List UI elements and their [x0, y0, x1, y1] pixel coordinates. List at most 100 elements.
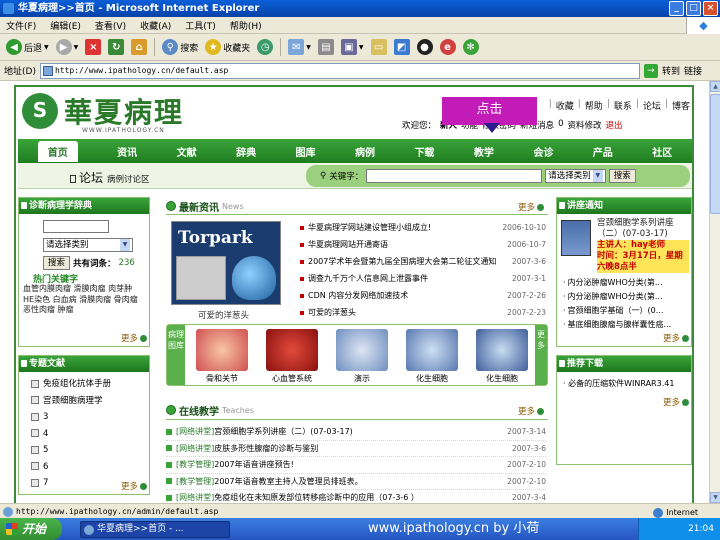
refresh-button[interactable]: ↻ [106, 36, 126, 58]
nav-news[interactable]: 资讯 [117, 144, 137, 159]
topics-more-link[interactable]: 更多 [121, 480, 147, 492]
messenger-button[interactable]: ◩ [392, 36, 412, 58]
scroll-down-icon[interactable]: ▼ [710, 492, 720, 503]
nav-teaching[interactable]: 教学 [474, 144, 494, 159]
list-item[interactable]: 内分泌肿瘤WHO分类(第... [563, 290, 671, 304]
taskbar-ie-window[interactable]: 华夏病理>>首页 - ... [80, 521, 230, 538]
qq-button[interactable]: ● [415, 36, 435, 58]
start-button[interactable]: 开始 [0, 518, 62, 540]
edit-profile-link[interactable]: 资料修改 [568, 119, 602, 131]
scroll-up-icon[interactable]: ▲ [710, 81, 720, 92]
nav-gallery[interactable]: 图库 [296, 144, 316, 159]
forward-button[interactable]: ▶ ▼ [54, 36, 81, 58]
list-item[interactable]: 3 [31, 409, 149, 426]
ebay-button[interactable]: e [438, 36, 458, 58]
dictionary-more-link[interactable]: 更多 [121, 332, 147, 344]
history-button[interactable]: ◷ [255, 36, 275, 58]
links-button[interactable]: 链接 [684, 64, 702, 77]
site-search-button[interactable]: 搜索 [608, 169, 636, 183]
dictionary-category-select[interactable]: 请选择类别 ▼ [43, 238, 133, 252]
back-button[interactable]: ◀ 后退 ▼ [4, 36, 51, 58]
go-arrow-icon[interactable]: → [643, 63, 658, 78]
nav-dictionary[interactable]: 辞典 [236, 144, 256, 159]
menu-tools[interactable]: 工具(T) [185, 19, 216, 32]
discuss-button[interactable]: ▭ [369, 36, 389, 58]
mail-button[interactable]: ✉ ▼ [286, 36, 313, 58]
link-help[interactable]: 帮助 [585, 99, 603, 112]
atlas-item-metaplasia-2[interactable]: 化生细胞 [473, 329, 531, 385]
teach-item[interactable]: [教学管理]2007年语音教室主持人及管理员排班表。 2007-2-10 [166, 474, 546, 490]
menu-edit[interactable]: 编辑(E) [50, 19, 81, 32]
vertical-scrollbar[interactable]: ▲ ▼ [709, 81, 720, 503]
print-button[interactable]: ▤ [316, 36, 336, 58]
nav-download[interactable]: 下载 [414, 144, 434, 159]
site-logo[interactable]: S 華夏病理 WWW.IPATHOLOGY.CN [22, 91, 184, 134]
news-item[interactable]: 华夏病理学网站建设管理小组成立! 2006-10-10 [300, 219, 546, 236]
nav-cases[interactable]: 病例 [355, 144, 375, 159]
menu-view[interactable]: 查看(V) [95, 19, 126, 32]
list-item[interactable]: 5 [31, 442, 149, 459]
news-item[interactable]: 华夏病理网站开通寄语 2006-10-7 [300, 236, 546, 253]
home-button[interactable]: ⌂ [129, 36, 149, 58]
atlas-item-metaplasia-1[interactable]: 化生细胞 [403, 329, 461, 385]
stop-button[interactable]: × [83, 36, 103, 58]
forum-link[interactable]: 论坛 病例讨论区 [70, 169, 150, 186]
news-item[interactable]: 可爱的洋葱头 2007-2-23 [300, 304, 546, 321]
nav-consult[interactable]: 会诊 [533, 144, 553, 159]
menu-help[interactable]: 帮助(H) [230, 19, 262, 32]
teach-item[interactable]: [网络讲堂]免疫组化在未知原发部位转移癌诊断中的应用（07-3-6 ） 2007-… [166, 490, 546, 503]
dictionary-input[interactable] [43, 220, 109, 233]
lecture-more-link[interactable]: 更多 [663, 332, 689, 344]
keyword-input[interactable] [366, 169, 543, 183]
news-item[interactable]: CDN 内容分发网络加速技术 2007-2-26 [300, 287, 546, 304]
nav-products[interactable]: 产品 [593, 144, 613, 159]
forum-sub-link[interactable]: 病例讨论区 [107, 175, 150, 185]
close-button[interactable]: × [703, 1, 718, 16]
maximize-button[interactable]: □ [686, 1, 701, 16]
teach-more-link[interactable]: 更多 [518, 405, 545, 417]
list-item[interactable]: 基底细胞腺瘤与腺样囊性癌... [563, 318, 672, 332]
list-item[interactable]: 4 [31, 426, 149, 443]
minimize-button[interactable]: _ [669, 1, 684, 16]
list-item[interactable]: 6 [31, 459, 149, 476]
edit-button[interactable]: ▣ ▼ [339, 36, 366, 58]
nav-community[interactable]: 社区 [652, 144, 672, 159]
link-favorite[interactable]: 收藏 [556, 99, 574, 112]
menu-favorites[interactable]: 收藏(A) [140, 19, 171, 32]
atlas-item-bone[interactable]: 骨和关节 [193, 329, 251, 385]
teach-item[interactable]: [网络讲堂]皮肤多形性腺瘤的诊断与鉴别 2007-3-6 [166, 441, 546, 457]
teach-item[interactable]: [教学管理]2007年语音讲座预告! 2007-2-10 [166, 457, 546, 474]
logout-link[interactable]: 退出 [606, 119, 623, 131]
atlas-item-demo[interactable]: 演示 [333, 329, 391, 385]
link-contact[interactable]: 联系 [614, 99, 632, 112]
category-select[interactable]: 请选择类别 ▼ [545, 169, 606, 183]
list-item[interactable]: · 必备的压缩软件WINRAR3.41 [563, 378, 674, 389]
link-blog[interactable]: 博客 [672, 99, 690, 112]
hot-keywords[interactable]: 血管内膜肉瘤 滑膜肉瘤 肉芽肿 HE染色 白血病 滑膜肉瘤 骨肉瘤 恶性肉瘤 肿… [23, 284, 145, 316]
teach-item[interactable]: [网络讲堂]宫颈细胞学系列讲座（二）(07-03-17) 2007-3-14 [166, 424, 546, 441]
atlas-more-link[interactable]: 更多 [535, 325, 547, 385]
news-item[interactable]: 调查九千万个人信息网上泄露事件 2007-3-1 [300, 270, 546, 287]
favorites-button[interactable]: ★ 收藏夹 [203, 36, 252, 58]
nav-literature[interactable]: 文献 [177, 144, 197, 159]
news-image[interactable]: Torpark [171, 221, 281, 305]
recommend-more-link[interactable]: 更多 [663, 396, 689, 408]
list-item[interactable]: 内分泌肿瘤WHO分类(第... [563, 276, 671, 290]
dictionary-search-button[interactable]: 搜索 [43, 256, 71, 270]
msn-button[interactable]: ✻ [461, 36, 481, 58]
menu-file[interactable]: 文件(F) [6, 19, 36, 32]
address-input[interactable]: http://www.ipathology.cn/default.asp [39, 62, 640, 79]
go-button[interactable]: 转到 [662, 64, 680, 77]
list-item[interactable]: 宫颈细胞学基础（一）(0... [563, 304, 671, 318]
link-forum[interactable]: 论坛 [643, 99, 661, 112]
list-item[interactable]: 免疫组化抗体手册 [31, 376, 149, 393]
nav-home[interactable]: 首页 [37, 140, 78, 162]
atlas-item-cardio[interactable]: 心血管系统 [263, 329, 321, 385]
search-button[interactable]: ⚲ 搜索 [160, 36, 200, 58]
list-item[interactable]: 宫颈细胞病理学 [31, 393, 149, 410]
news-more-link[interactable]: 更多 [518, 201, 545, 213]
news-item[interactable]: 2007学术年会暨第九届全国病理大会第二轮征文通知 2007-3-6 [300, 253, 546, 270]
page-viewport: S 華夏病理 WWW.IPATHOLOGY.CN | 收藏 | 帮助 | 联系 | 论坛… [0, 81, 709, 503]
scroll-thumb[interactable] [710, 94, 720, 214]
lecture-heading[interactable]: 宫颈细胞学系列讲座（二）(07-03-17) [597, 218, 689, 240]
